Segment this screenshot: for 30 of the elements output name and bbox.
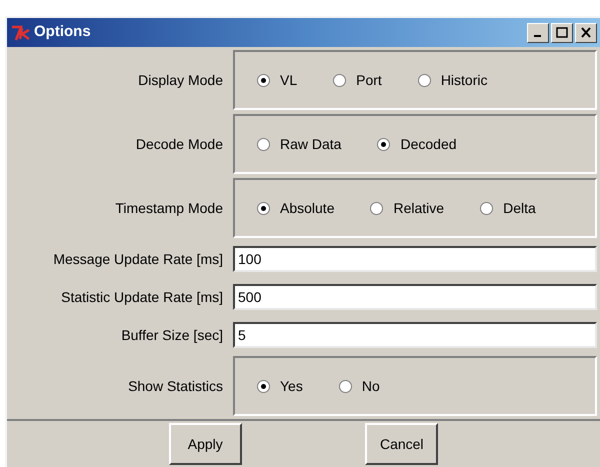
radio-option[interactable]: VL	[257, 70, 298, 90]
dialog-button[interactable]: Apply	[168, 423, 242, 465]
maximize-icon	[556, 27, 568, 38]
minimize-button[interactable]	[527, 22, 549, 42]
minimize-icon	[534, 35, 540, 37]
radio-option[interactable]: Raw Data	[257, 134, 342, 154]
input-field[interactable]: 5	[233, 322, 597, 348]
option-label: Show Statistics	[127, 376, 224, 396]
option-label: Message Update Rate [ms]	[52, 250, 224, 269]
option-label: Decode Mode	[134, 134, 224, 154]
radio-option[interactable]: Decoded	[377, 134, 457, 154]
dialog-button[interactable]: Cancel	[365, 423, 438, 465]
close-icon	[580, 27, 592, 38]
tk-logo-icon	[10, 24, 32, 42]
option-label: Timestamp Mode	[114, 198, 224, 218]
input-field[interactable]: 100	[233, 246, 597, 272]
option-label: Statistic Update Rate [ms]	[60, 288, 224, 307]
radio-option[interactable]: Port	[333, 70, 382, 90]
radio-option[interactable]: Absolute	[257, 198, 334, 218]
option-label: Display Mode	[137, 70, 224, 90]
radio-option[interactable]: No	[338, 376, 380, 396]
radio-option[interactable]: Yes	[257, 376, 303, 396]
option-label: Buffer Size [sec]	[120, 326, 224, 345]
input-field[interactable]: 500	[233, 284, 597, 310]
close-button[interactable]	[575, 22, 597, 42]
window-title: Options	[34, 22, 91, 42]
radio-option[interactable]: Historic	[418, 70, 488, 90]
radio-option[interactable]: Relative	[370, 198, 444, 218]
radio-option[interactable]: Delta	[480, 198, 536, 218]
maximize-button[interactable]	[551, 22, 573, 42]
